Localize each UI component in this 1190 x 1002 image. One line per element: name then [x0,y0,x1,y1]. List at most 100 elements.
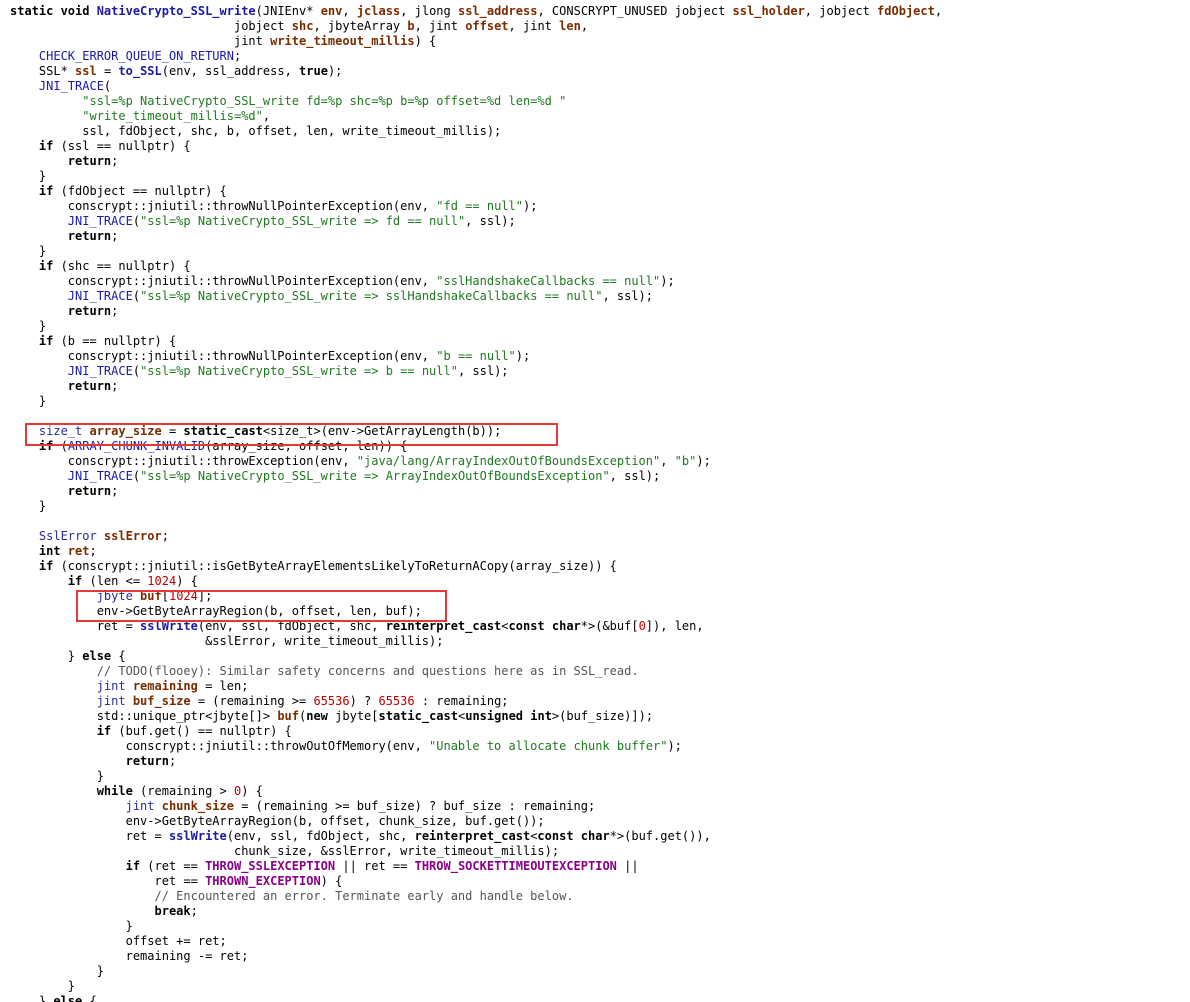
code-block[interactable]: static void NativeCrypto_SSL_write(JNIEn… [10,4,942,1002]
code-token: ; [161,529,169,543]
code-line: } else { [10,994,942,1002]
code-token: conscrypt::jniutil::throwOutOfMemory(env… [10,739,430,753]
code-token: , jint [414,19,466,33]
code-token: } [10,979,76,993]
code-line: JNI_TRACE("ssl=%p NativeCrypto_SSL_write… [10,289,942,304]
code-token: (env, ssl_address, [161,64,300,78]
code-token: } [10,919,133,933]
code-token: env->GetByteArrayRegion(b, offset, len, … [10,604,422,618]
code-token: } [10,994,54,1002]
code-token: JNI_TRACE [10,79,104,93]
code-token: jint [10,679,133,693]
code-token: ) { [320,874,343,888]
code-token: jbyte [10,589,141,603]
code-token: ret = [10,619,141,633]
code-line: jbyte buf[1024]; [10,589,942,604]
code-line: SslError sslError; [10,529,942,544]
code-token: ; [168,754,177,768]
code-token: return [10,754,169,768]
code-token: else [82,649,112,663]
code-token: if [10,184,54,198]
code-token: int [10,544,68,558]
code-token: ) ? [349,694,379,708]
code-line: conscrypt::jniutil::throwNullPointerExce… [10,349,942,364]
code-token: } [10,964,104,978]
code-token: fdObject [877,4,935,18]
code-line: } [10,919,942,934]
code-token: *>(&buf[ [580,619,639,633]
code-line: ret == THROWN_EXCEPTION) { [10,874,942,889]
code-token: return [10,154,112,168]
code-line: if (ssl == nullptr) { [10,139,942,154]
code-token: reinterpret_cast [385,619,502,633]
code-token: , jlong [400,4,458,18]
code-line: jobject shc, jbyteArray b, jint offset, … [10,19,942,34]
code-token: JNI_TRACE [10,364,133,378]
code-line: break; [10,904,942,919]
code-token: ret [67,544,90,558]
code-token: ( [132,289,141,303]
code-token: [ [161,589,169,603]
code-token: ; [233,49,242,63]
code-token: // TODO(flooey): Similar safety concerns… [10,664,639,678]
code-line: conscrypt::jniutil::throwNullPointerExce… [10,274,942,289]
code-token: ARRAY_CHUNK_INVALID [67,439,206,453]
code-token: if [10,724,112,738]
code-line: } [10,169,942,184]
code-token: new [306,709,328,723]
code-token: = (remaining >= [190,694,314,708]
code-line: return; [10,379,942,394]
code-token: } [10,394,47,408]
code-line: return; [10,754,942,769]
code-token: "fd == null" [436,199,523,213]
code-line: jint buf_size = (remaining >= 65536) ? 6… [10,694,942,709]
code-token: (array_size, offset, len)) { [205,439,408,453]
code-token: conscrypt::jniutil::throwNullPointerExce… [10,199,437,213]
code-token: "ssl=%p NativeCrypto_SSL_write => ArrayI… [140,469,610,483]
code-token: "ssl=%p NativeCrypto_SSL_write => b == n… [140,364,458,378]
code-line: } [10,769,942,784]
code-token: if [10,259,54,273]
code-line: env->GetByteArrayRegion(b, offset, len, … [10,604,942,619]
code-token: return [10,484,112,498]
code-token: (env, ssl, fdObject, shc, [226,829,415,843]
code-token: >(buf_size)]); [551,709,654,723]
code-token: true [299,64,328,78]
code-token: ); [660,274,675,288]
code-token: b [407,19,415,33]
code-token: , ssl); [602,289,654,303]
code-line: } [10,964,942,979]
code-token: "write_timeout_millis=%d" [10,109,263,123]
code-token: (shc == nullptr) { [53,259,191,273]
code-line: if (len <= 1024) { [10,574,942,589]
code-line: if (buf.get() == nullptr) { [10,724,942,739]
code-token: return [10,304,112,318]
code-line: JNI_TRACE("ssl=%p NativeCrypto_SSL_write… [10,364,942,379]
code-token: THROW_SOCKETTIMEOUTEXCEPTION [414,859,617,873]
code-token: "ssl=%p NativeCrypto_SSL_write => sslHan… [140,289,603,303]
code-token: (len <= [82,574,148,588]
code-token: static_cast [183,424,263,438]
code-token: "java/lang/ArrayIndexOutOfBoundsExceptio… [356,454,661,468]
code-token: jclass [356,4,401,18]
code-token: buf [277,709,299,723]
code-token: if [10,139,54,153]
code-token: ; [111,484,119,498]
code-token: unsigned int [465,709,552,723]
code-token: 0 [638,619,646,633]
code-token: ssl [75,64,97,78]
code-token: } [10,649,83,663]
code-token: "ssl=%p NativeCrypto_SSL_write => fd == … [140,214,466,228]
code-token: = [96,64,119,78]
code-token: if [10,559,54,573]
code-token: jint [10,799,162,813]
code-token: ( [132,469,141,483]
code-editor[interactable]: static void NativeCrypto_SSL_write(JNIEn… [0,0,1190,1002]
code-token: (fdObject == nullptr) { [53,184,227,198]
code-token: } [10,769,104,783]
code-token: { [111,649,126,663]
code-token: ; [190,904,198,918]
code-line: offset += ret; [10,934,942,949]
code-token: , jbyteArray [313,19,408,33]
